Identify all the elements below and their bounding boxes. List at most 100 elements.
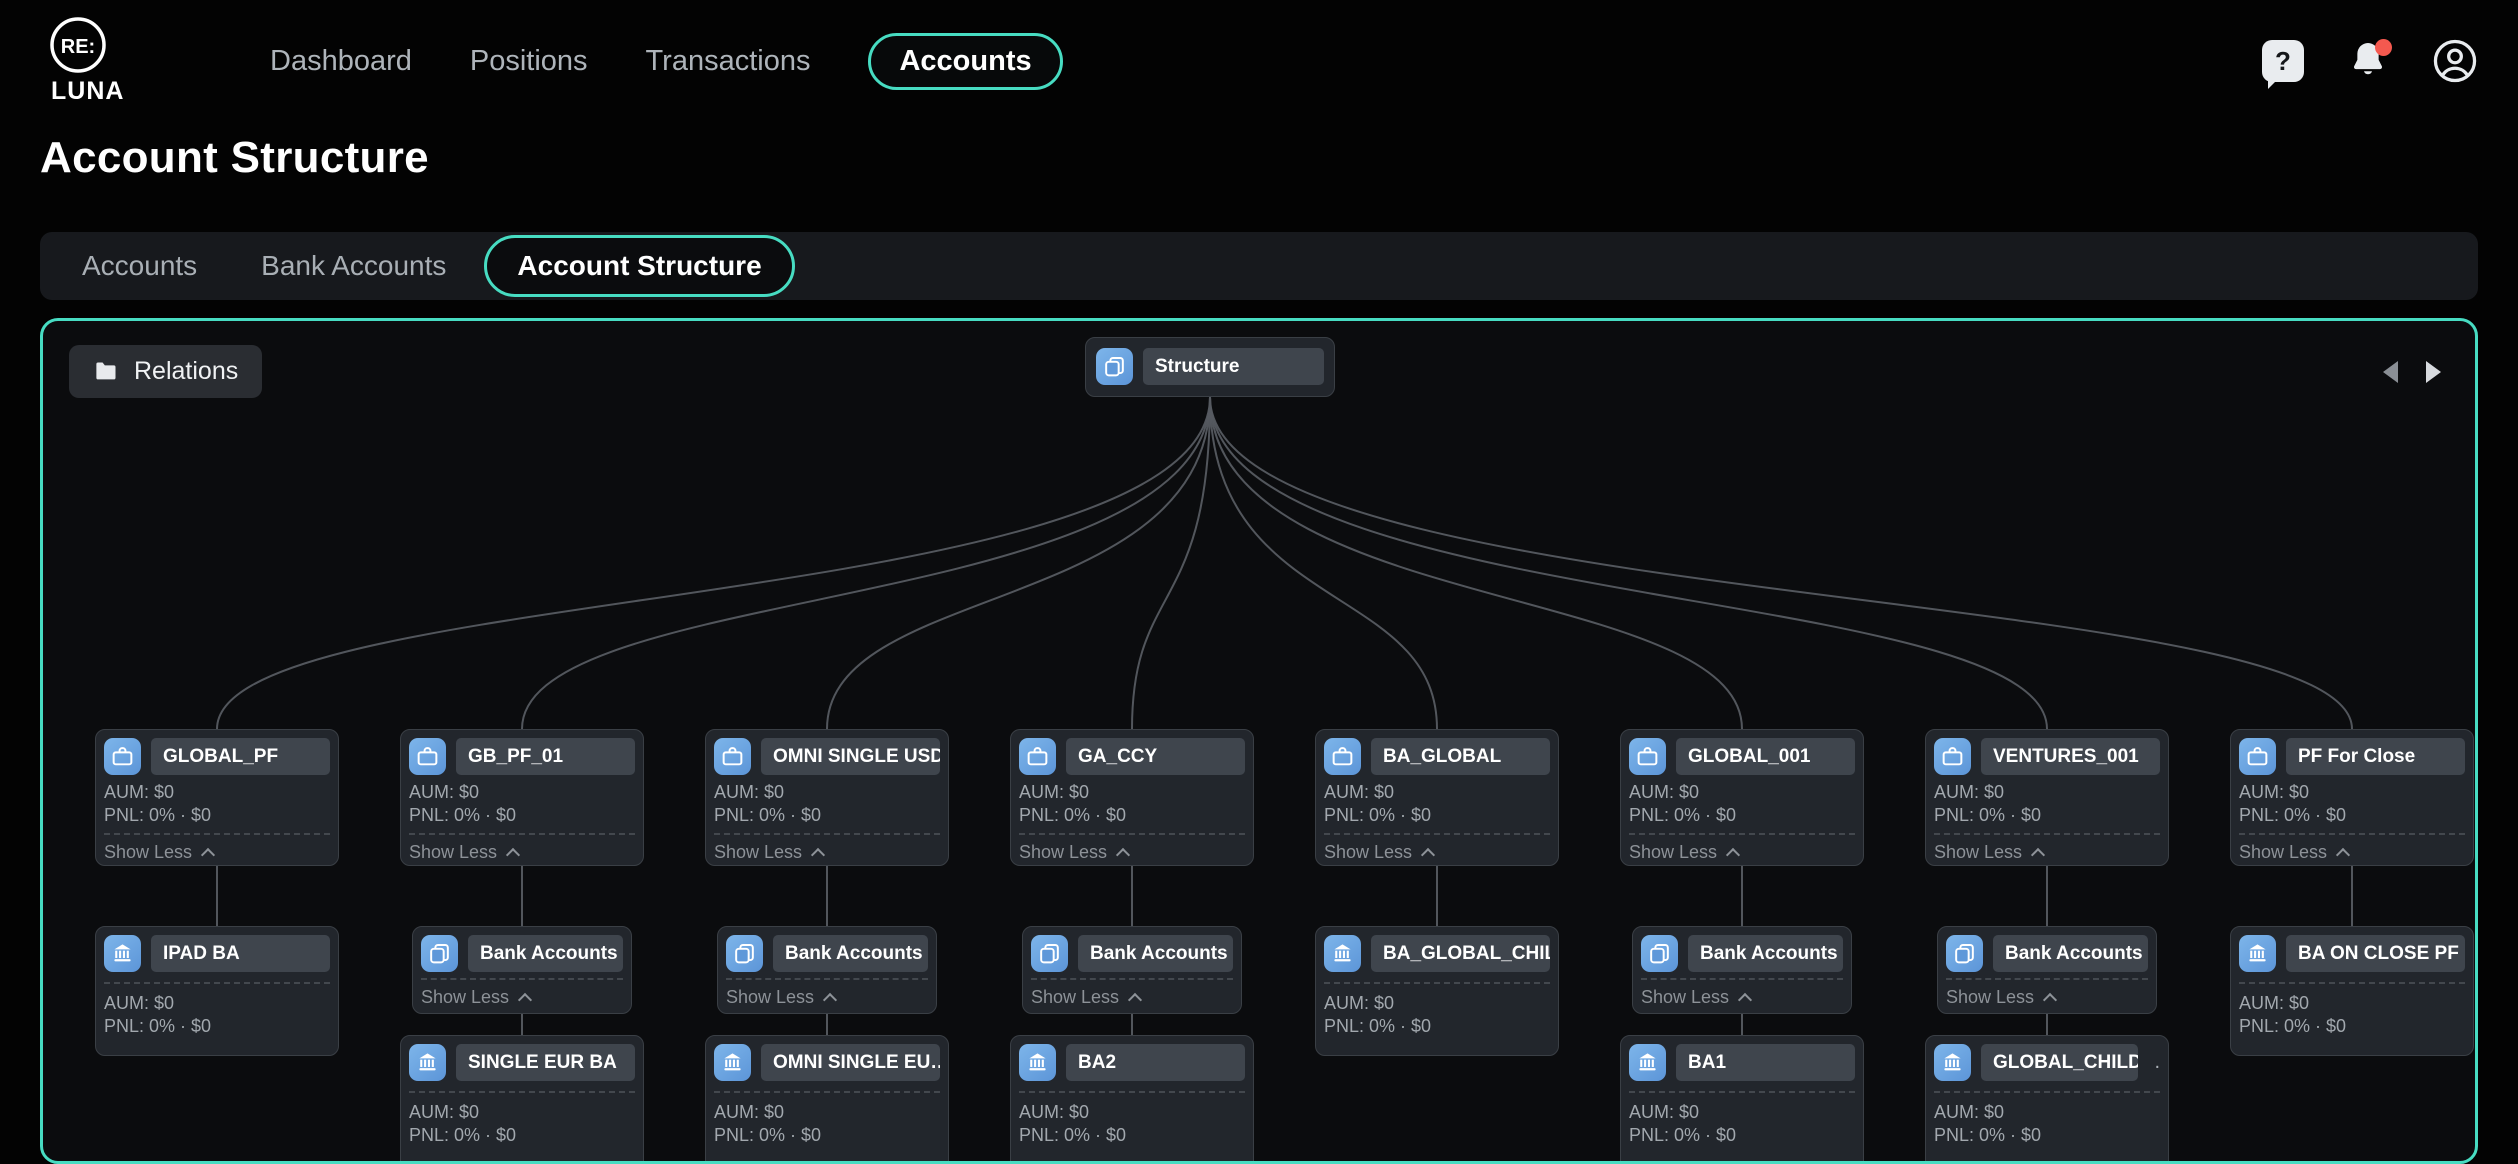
node-label[interactable]: BA_GLOBAL_CHILD [1371,935,1550,972]
chevron-up-icon [2031,848,2045,862]
node-label[interactable]: BA ON CLOSE PF [2286,935,2465,972]
bank-icon [1934,1044,1971,1081]
show-less-toggle[interactable]: Show Less [1946,978,2148,1008]
node-label[interactable]: Bank Accounts [1078,935,1233,972]
chevron-up-icon [811,848,825,862]
node-pnl: PNL: 0% · $0 [1324,804,1550,827]
help-icon[interactable]: ? [2262,40,2304,82]
portfolio-icon [1629,738,1666,775]
bank-icon [1629,1044,1666,1081]
node-stats: AUM: $0PNL: 0% · $0 [1324,982,1550,1038]
node-label[interactable]: VENTURES_001 [1981,738,2160,775]
node-label[interactable]: GA_CCY [1066,738,1245,775]
structure-icon [1096,348,1133,385]
chevron-up-icon [518,993,532,1007]
show-less-toggle[interactable]: Show Less [726,978,928,1008]
node-label[interactable]: GLOBAL_PF [151,738,330,775]
node-stats: AUM: $0PNL: 0% · $0 [104,781,330,827]
portfolio-node: GLOBAL_001AUM: $0PNL: 0% · $0Show Less [1620,729,1864,866]
bank-account-node: SINGLE EUR BAAUM: $0PNL: 0% · $0 [400,1035,644,1164]
node-pnl: PNL: 0% · $0 [409,1124,635,1147]
show-less-label: Show Less [1629,842,1717,863]
node-stats: AUM: $0PNL: 0% · $0 [104,982,330,1038]
relations-panel: Relations Structure GLOBAL_PFAUM: $0PNL:… [40,318,2478,1164]
node-pnl: PNL: 0% · $0 [1629,804,1855,827]
node-label[interactable]: BA2 [1066,1044,1245,1081]
node-aum: AUM: $0 [1324,781,1550,804]
node-pnl: PNL: 0% · $0 [714,804,940,827]
show-less-label: Show Less [104,842,192,863]
bank-icon [714,1044,751,1081]
next-arrow-icon[interactable] [2422,357,2445,387]
header-icons: ? [2262,38,2478,84]
node-pnl: PNL: 0% · $0 [1934,1124,2160,1147]
nav-transactions[interactable]: Transactions [646,45,811,78]
svg-text:RE:: RE: [61,36,95,58]
bank-accounts-group-node: Bank Accounts Show Less [1937,926,2157,1014]
show-less-label: Show Less [409,842,497,863]
node-label[interactable]: Bank Accounts [1688,935,1843,972]
show-less-toggle[interactable]: Show Less [421,978,623,1008]
show-less-toggle[interactable]: Show Less [2239,833,2465,863]
node-label[interactable]: IPAD BA [151,935,330,972]
bank-accounts-group-node: Bank Accounts Show Less [717,926,937,1014]
bank-icon [2239,935,2276,972]
root-node-label[interactable]: Structure [1143,348,1324,385]
node-label[interactable]: OMNI SINGLE EU… [761,1044,940,1081]
node-label[interactable]: SINGLE EUR BA [456,1044,635,1081]
relations-label: Relations [134,357,238,386]
nav-positions[interactable]: Positions [470,45,588,78]
show-less-toggle[interactable]: Show Less [1934,833,2160,863]
stack-icon [421,935,458,972]
portfolio-node: GLOBAL_PF AUM: $0PNL: 0% · $0 Show Less [95,729,339,866]
node-label[interactable]: Bank Accounts [1993,935,2148,972]
nav-dashboard[interactable]: Dashboard [270,45,412,78]
show-less-toggle[interactable]: Show Less [1019,833,1245,863]
help-glyph: ? [2275,46,2291,77]
node-stats: AUM: $0PNL: 0% · $0 [1324,781,1550,827]
svg-text:LUNA: LUNA [51,77,124,105]
node-label[interactable]: BA_GLOBAL [1371,738,1550,775]
bank-accounts-group-node: Bank Accounts Show Less [412,926,632,1014]
show-less-toggle[interactable]: Show Less [104,833,330,863]
node-pnl: PNL: 0% · $0 [714,1124,940,1147]
tree-pager [2379,357,2445,387]
profile-icon[interactable] [2432,38,2478,84]
node-label[interactable]: GLOBAL_CHILD [1981,1044,2138,1081]
node-label[interactable]: GLOBAL_001 [1676,738,1855,775]
chevron-up-icon [1421,848,1435,862]
node-label[interactable]: GB_PF_01 [456,738,635,775]
node-label[interactable]: PF For Close [2286,738,2465,775]
portfolio-icon [714,738,751,775]
node-stats: AUM: $0PNL: 0% · $0 [2239,982,2465,1038]
node-label[interactable]: OMNI SINGLE USD … [761,738,940,775]
bank-accounts-group-node: Bank Accounts Show Less [1022,926,1242,1014]
node-pnl: PNL: 0% · $0 [409,804,635,827]
show-less-toggle[interactable]: Show Less [409,833,635,863]
show-less-label: Show Less [1934,842,2022,863]
tab-accounts[interactable]: Accounts [56,250,223,282]
relations-button[interactable]: Relations [69,345,262,398]
portfolio-node: GA_CCYAUM: $0PNL: 0% · $0Show Less [1010,729,1254,866]
tab-bank-accounts[interactable]: Bank Accounts [235,250,472,282]
show-less-label: Show Less [1019,842,1107,863]
nav-accounts[interactable]: Accounts [868,33,1062,90]
node-label[interactable]: BA1 [1676,1044,1855,1081]
show-less-toggle[interactable]: Show Less [1641,978,1843,1008]
stack-icon [1946,935,1983,972]
show-less-toggle[interactable]: Show Less [1031,978,1233,1008]
tab-account-structure[interactable]: Account Structure [484,235,794,297]
root-node-structure[interactable]: Structure [1085,337,1335,397]
folder-icon [93,358,120,385]
portfolio-node: VENTURES_001AUM: $0PNL: 0% · $0Show Less [1925,729,2169,866]
node-pnl: PNL: 0% · $0 [104,804,330,827]
node-label[interactable]: Bank Accounts [468,935,623,972]
prev-arrow-icon[interactable] [2379,357,2402,387]
notifications-icon[interactable] [2346,39,2390,83]
node-label[interactable]: Bank Accounts [773,935,928,972]
show-less-toggle[interactable]: Show Less [1324,833,1550,863]
portfolio-icon [1934,738,1971,775]
show-less-toggle[interactable]: Show Less [1629,833,1855,863]
show-less-toggle[interactable]: Show Less [714,833,940,863]
show-less-label: Show Less [2239,842,2327,863]
